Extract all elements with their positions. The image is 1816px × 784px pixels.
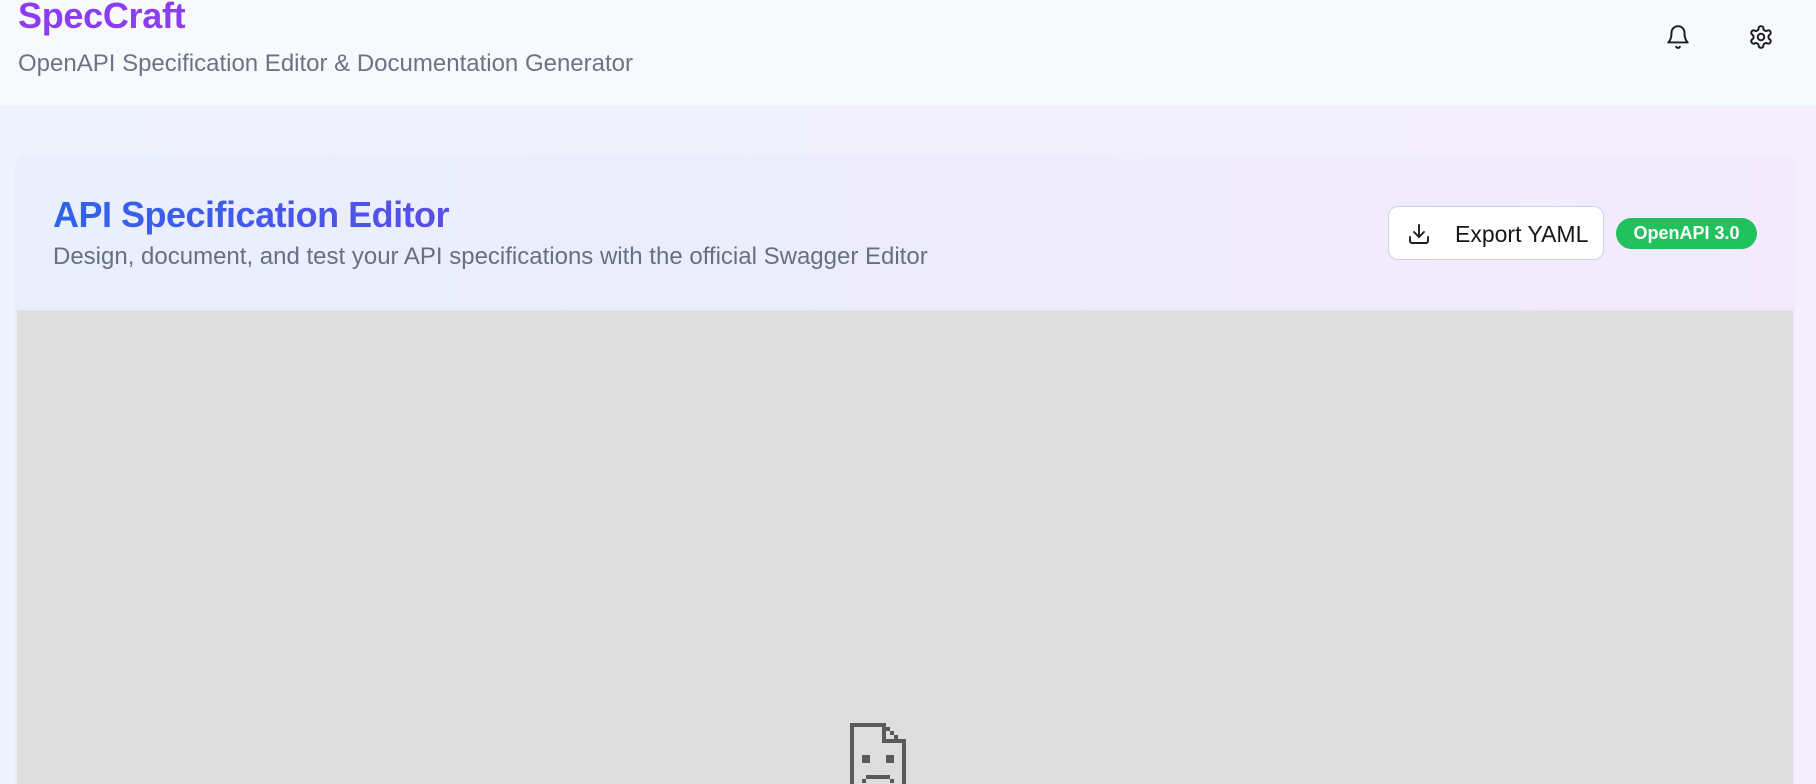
- editor-card: API Specification Editor Design, documen…: [17, 155, 1793, 784]
- bell-icon: [1667, 25, 1689, 49]
- app-subtitle: OpenAPI Specification Editor & Documenta…: [18, 50, 633, 77]
- page-subtitle: Design, document, and test your API spec…: [53, 243, 928, 270]
- swagger-editor-frame[interactable]: [17, 311, 1793, 784]
- app-header: SpecCraft OpenAPI Specification Editor &…: [0, 0, 1816, 107]
- page-title: API Specification Editor: [53, 194, 450, 235]
- gear-icon: [1750, 25, 1772, 49]
- settings-button[interactable]: [1743, 19, 1779, 55]
- export-yaml-button[interactable]: Export YAML: [1388, 206, 1604, 260]
- sad-file-icon: [850, 723, 906, 784]
- openapi-version-badge: OpenAPI 3.0: [1616, 218, 1757, 249]
- card-header: API Specification Editor Design, documen…: [17, 155, 1793, 311]
- download-icon: [1409, 224, 1429, 244]
- export-yaml-label: Export YAML: [1455, 221, 1589, 247]
- app-title: SpecCraft: [18, 0, 186, 36]
- notifications-button[interactable]: [1660, 19, 1696, 55]
